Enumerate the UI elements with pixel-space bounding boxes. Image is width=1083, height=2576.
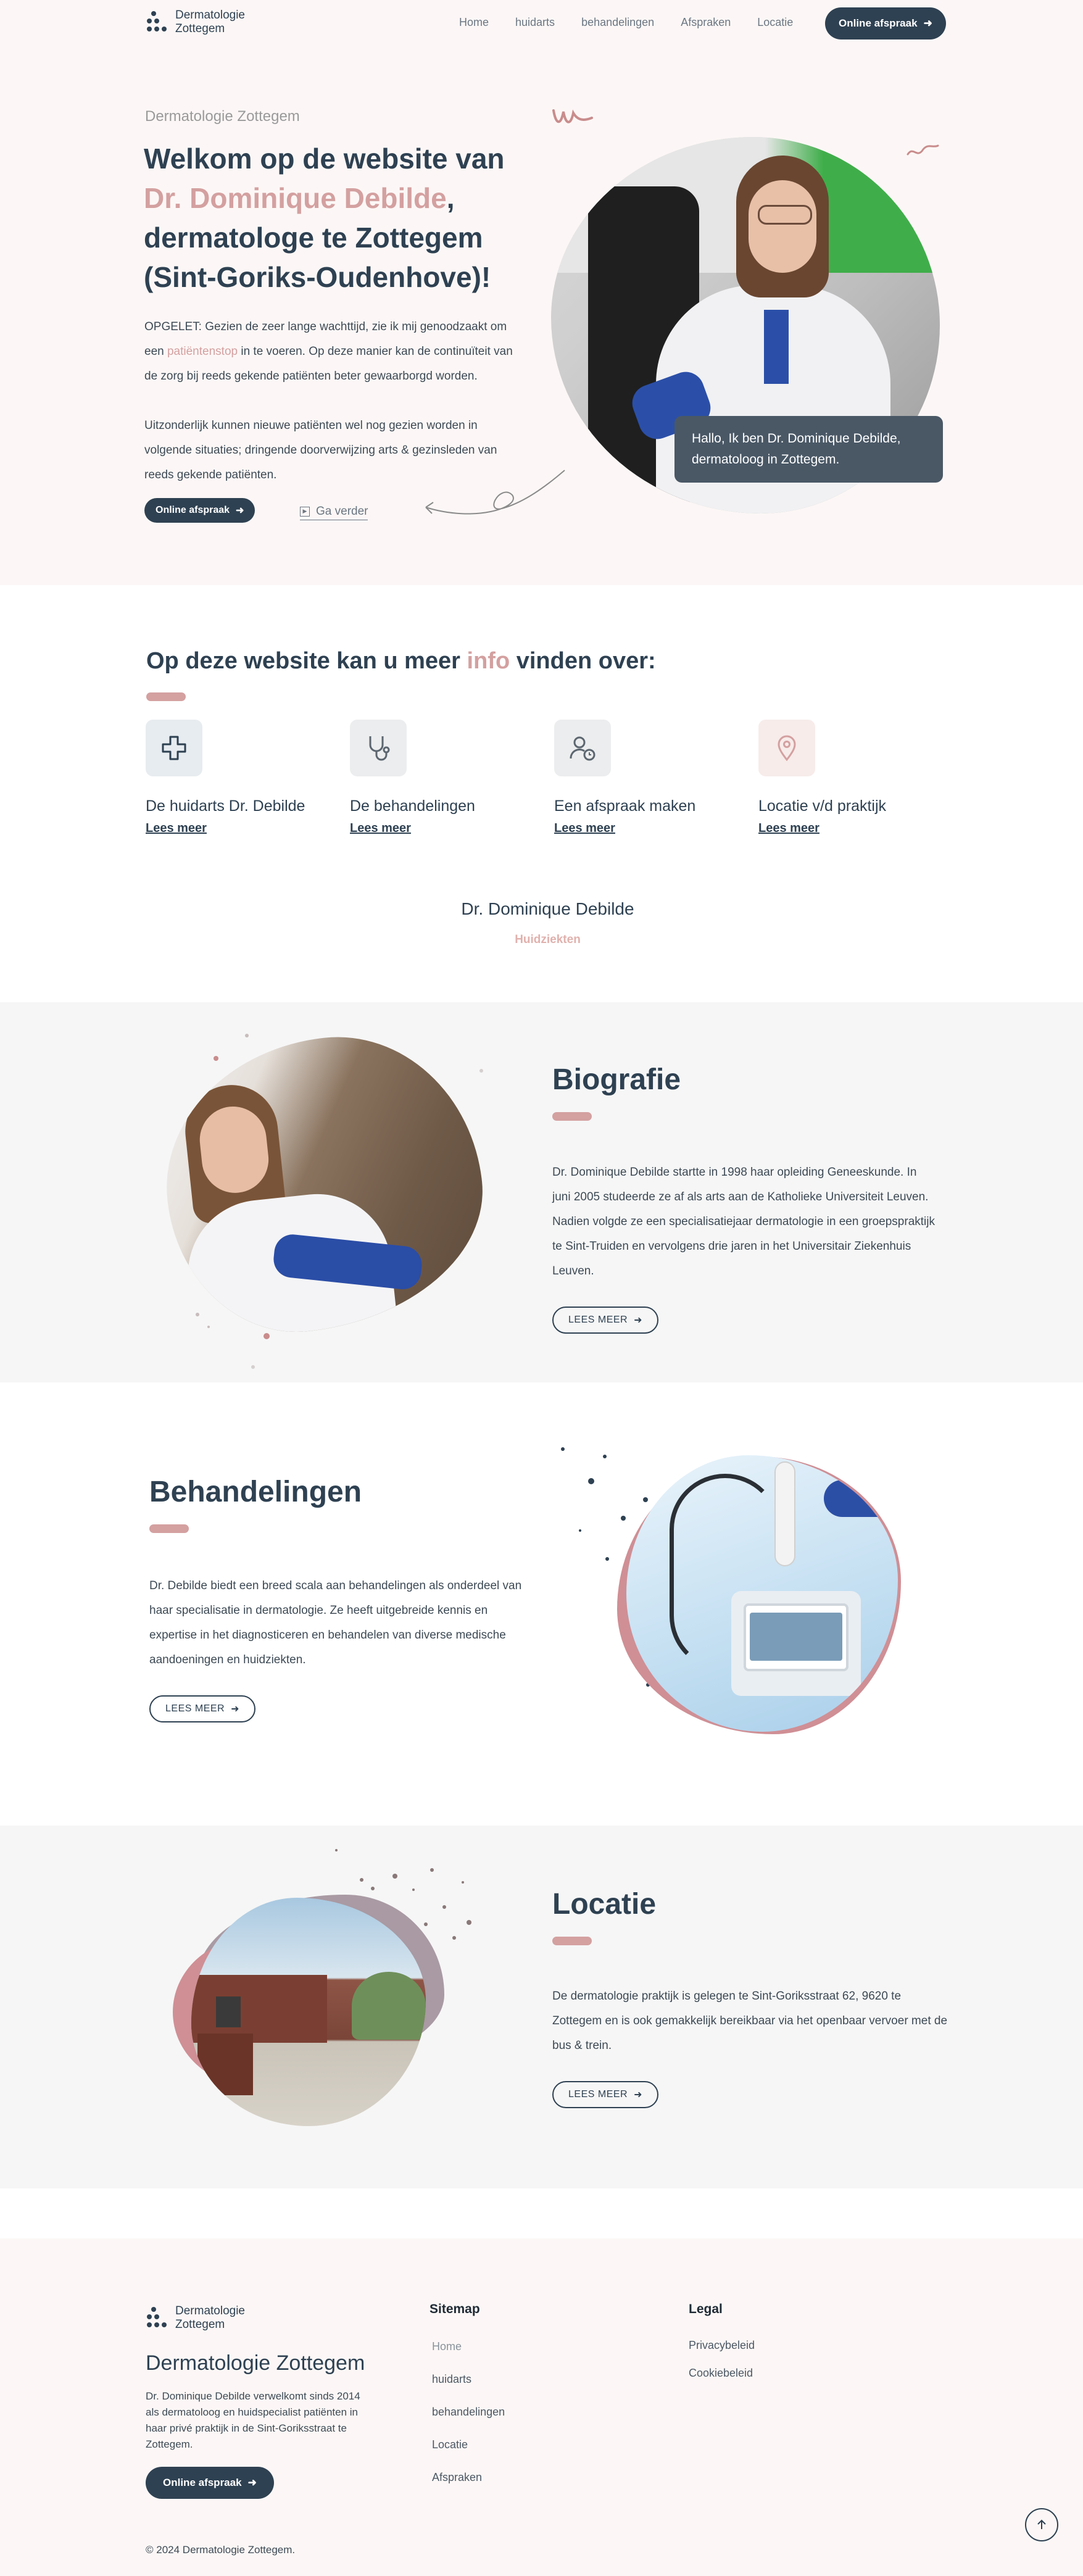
footer-about: Dr. Dominique Debilde verwelkomt sinds 2…: [146, 2390, 360, 2450]
arrow-right-icon: ➜: [634, 2090, 642, 2100]
footer-copyright: © 2024 Dermatologie Zottegem.: [146, 2544, 296, 2556]
squiggle-decoration: [552, 109, 593, 123]
info-card-huidarts: De huidarts Dr. Debilde Lees meer: [146, 720, 331, 836]
arrow-up-icon: [1037, 2519, 1046, 2529]
sitemap-link-huidarts[interactable]: huidarts: [432, 2373, 505, 2406]
main-nav: Home huidarts behandelingen Afspraken Lo…: [459, 16, 793, 29]
logo[interactable]: Dermatologie Zottegem: [146, 9, 245, 36]
card-lees-meer-link[interactable]: Lees meer: [554, 821, 615, 836]
treatments-button-label: LEES MEER: [165, 1703, 225, 1714]
footer-online-afspraak-button[interactable]: Online afspraak ➜: [146, 2467, 274, 2499]
nav-afspraken[interactable]: Afspraken: [681, 16, 731, 29]
logo-line2: Zottegem: [175, 22, 225, 35]
hero-cta-label: Online afspraak: [156, 505, 230, 515]
bio-button-label: LEES MEER: [568, 1315, 628, 1325]
info-title-a: Op deze website kan u meer: [146, 648, 467, 674]
nav-huidarts[interactable]: huidarts: [515, 16, 555, 29]
arrow-right-icon: ➜: [923, 17, 932, 29]
hero-eyebrow: Dermatologie Zottegem: [145, 108, 300, 125]
info-title-underline: [146, 692, 186, 701]
header-online-afspraak-button[interactable]: Online afspraak ➜: [825, 7, 946, 39]
hero-title: Welkom op de website van Dr. Dominique D…: [144, 139, 539, 297]
medical-cross-icon: [146, 720, 202, 776]
logo-dots-icon: [147, 2307, 167, 2327]
treatments-title: Behandelingen: [149, 1476, 362, 1508]
card-title: De behandelingen: [350, 797, 475, 815]
footer-logo-line1: Dermatologie: [175, 2304, 245, 2317]
bio-text: Dr. Dominique Debilde startte in 1998 ha…: [552, 1166, 935, 1278]
treatments-lees-meer-button[interactable]: LEES MEER ➜: [149, 1695, 255, 1722]
stethoscope-icon: [350, 720, 407, 776]
footer-brand: Dermatologie Zottegem: [146, 2351, 365, 2375]
hero-title-line1: Welkom op de website van: [144, 143, 505, 175]
arrow-right-icon: ➜: [231, 1704, 239, 1714]
site-header: Dermatologie Zottegem Home huidarts beha…: [0, 0, 1083, 47]
footer-cta-label: Online afspraak: [163, 2477, 242, 2488]
legal-title: Legal: [689, 2302, 723, 2316]
treatments-title-underline: [149, 1524, 189, 1533]
location-pin-icon: [758, 720, 815, 776]
patientenstop-link[interactable]: patiëntenstop: [167, 345, 238, 358]
hero-title-name: Dr. Dominique Debilde: [144, 182, 447, 214]
sitemap-list: Home huidarts behandelingen Locatie Afsp…: [432, 2340, 505, 2504]
sitemap-link-afspraken[interactable]: Afspraken: [432, 2471, 505, 2504]
curly-arrow-decoration: [425, 470, 565, 515]
hero-title-line3: dermatologe te Zottegem: [144, 222, 483, 254]
nav-locatie[interactable]: Locatie: [757, 16, 793, 29]
ga-verder-link[interactable]: ▶ Ga verder: [300, 505, 368, 520]
info-card-behandelingen: De behandelingen Lees meer: [350, 720, 535, 836]
logo-line1: Dermatologie: [175, 9, 245, 22]
arrow-right-icon: ➜: [634, 1315, 642, 1326]
header-cta-label: Online afspraak: [839, 17, 918, 29]
info-card-locatie: Locatie v/d praktijk Lees meer: [758, 720, 944, 836]
treatments-text: Dr. Debilde biedt een breed scala aan be…: [149, 1579, 522, 1666]
treatment-device-photo: [626, 1455, 898, 1732]
scroll-to-top-button[interactable]: [1025, 2508, 1058, 2541]
info-title: Op deze website kan u meer info vinden o…: [146, 648, 656, 675]
arrow-right-icon: ➜: [247, 2477, 257, 2488]
card-title: Locatie v/d praktijk: [758, 797, 887, 815]
sitemap-link-behandelingen[interactable]: behandelingen: [432, 2406, 505, 2438]
location-title: Locatie: [552, 1888, 657, 1921]
play-icon: ▶: [300, 507, 310, 517]
hero-title-comma: ,: [446, 182, 455, 214]
nav-home[interactable]: Home: [459, 16, 489, 29]
hero-greeting-bubble: Hallo, Ik ben Dr. Dominique Debilde, der…: [674, 416, 943, 483]
info-card-afspraak: Een afspraak maken Lees meer: [554, 720, 739, 836]
bio-title: Biografie: [552, 1063, 681, 1096]
footer-logo-line2: Zottegem: [175, 2318, 225, 2331]
hero-online-afspraak-button[interactable]: Online afspraak ➜: [144, 498, 255, 523]
location-button-label: LEES MEER: [568, 2089, 628, 2100]
ga-verder-label: Ga verder: [316, 505, 368, 518]
location-lees-meer-button[interactable]: LEES MEER ➜: [552, 2081, 658, 2108]
hero-notice-paragraph: OPGELET: Gezien de zeer lange wachttijd,…: [144, 315, 515, 389]
footer-logo[interactable]: Dermatologie Zottegem: [146, 2304, 245, 2332]
doctor-name: Dr. Dominique Debilde: [461, 899, 634, 918]
user-clock-icon: [554, 720, 611, 776]
sitemap-link-locatie[interactable]: Locatie: [432, 2438, 505, 2471]
nav-behandelingen[interactable]: behandelingen: [581, 16, 654, 29]
info-title-highlight: info: [467, 648, 510, 674]
sitemap-title: Sitemap: [429, 2302, 480, 2316]
arrow-right-icon: ➜: [236, 505, 244, 516]
sitemap-link-home[interactable]: Home: [432, 2340, 505, 2373]
card-title: Een afspraak maken: [554, 797, 696, 815]
bio-title-underline: [552, 1112, 592, 1121]
card-lees-meer-link[interactable]: Lees meer: [350, 821, 411, 836]
card-lees-meer-link[interactable]: Lees meer: [758, 821, 820, 836]
card-lees-meer-link[interactable]: Lees meer: [146, 821, 207, 836]
legal-link-cookiebeleid[interactable]: Cookiebeleid: [689, 2367, 755, 2395]
legal-link-privacybeleid[interactable]: Privacybeleid: [689, 2339, 755, 2367]
logo-dots-icon: [147, 11, 167, 31]
legal-list: Privacybeleid Cookiebeleid: [689, 2339, 755, 2395]
location-title-underline: [552, 1937, 592, 1945]
card-title: De huidarts Dr. Debilde: [146, 797, 305, 815]
bio-lees-meer-button[interactable]: LEES MEER ➜: [552, 1307, 658, 1334]
hero-title-line4: (Sint-Goriks-Oudenhove)!: [144, 261, 491, 293]
info-title-b: vinden over:: [510, 648, 656, 674]
location-text: De dermatologie praktijk is gelegen te S…: [552, 1990, 948, 2052]
doctor-specialty: Huidziekten: [515, 933, 581, 946]
